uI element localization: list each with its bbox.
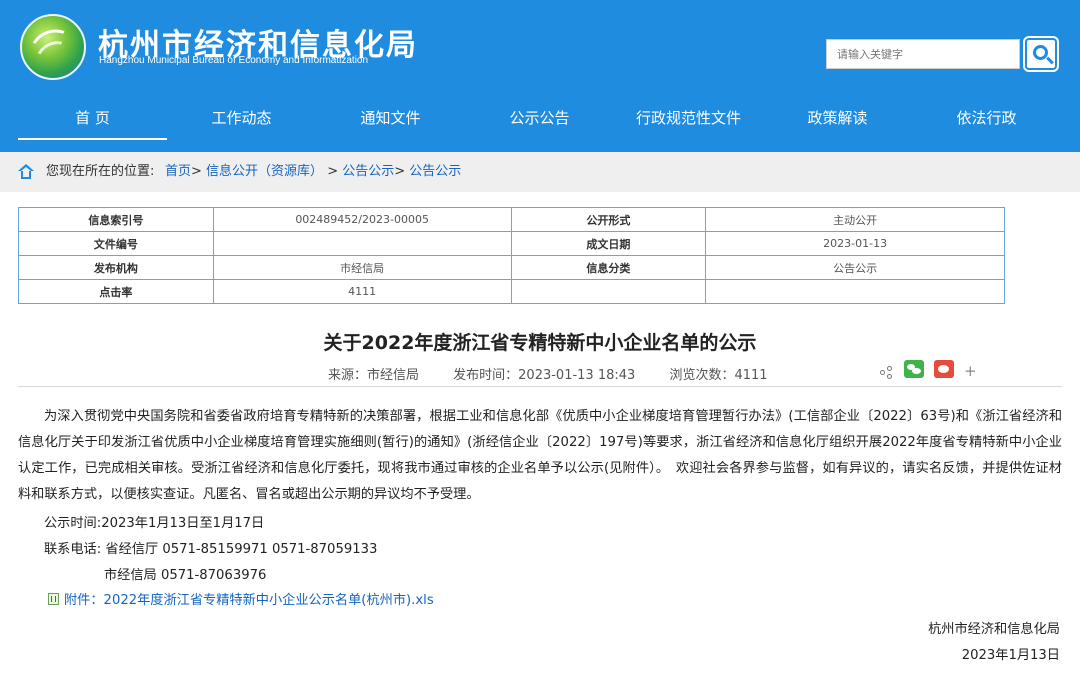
search-button[interactable] xyxy=(1025,38,1057,70)
nav-normative-docs[interactable]: 行政规范性文件 xyxy=(614,100,763,140)
contact-phones: 联系电话: 省经信厅 0571-85159971 0571-87059133 xyxy=(44,542,378,557)
site-subtitle: Hangzhou Municipal Bureau of Economy and… xyxy=(99,55,369,66)
empty-cell xyxy=(705,279,1005,304)
search-icon-handle xyxy=(1046,56,1054,65)
article-title: 关于2022年度浙江省专精特新中小企业名单的公示 xyxy=(323,332,757,354)
breadcrumb-links: 首页> 信息公开（资源库） > 公告公示> 公告公示 xyxy=(165,152,461,192)
doc-number-label: 文件编号 xyxy=(18,231,214,256)
nav-work-news[interactable]: 工作动态 xyxy=(167,100,316,140)
open-form-value: 主动公开 xyxy=(705,207,1005,232)
more-share-icon[interactable]: + xyxy=(964,362,977,380)
index-label: 信息索引号 xyxy=(18,207,214,232)
article-body: 为深入贯彻党中央国务院和省委省政府培育专精特新的决策部署，根据工业和信息化部《优… xyxy=(18,404,1062,508)
table-row: 点击率 4111 xyxy=(18,279,1005,304)
divider xyxy=(18,386,1062,387)
breadcrumb-prefix: 您现在所在的位置: xyxy=(46,164,155,179)
search-field[interactable] xyxy=(826,39,1020,69)
doc-number-value xyxy=(212,231,512,256)
breadcrumb-link-announcements[interactable]: 公告公示 xyxy=(342,164,394,179)
bureau-logo-icon[interactable] xyxy=(20,14,86,80)
publisher-value: 市经信局 xyxy=(212,255,512,280)
breadcrumb-separator: > xyxy=(394,164,410,179)
nav-policy-interpretation[interactable]: 政策解读 xyxy=(763,100,912,140)
nav-home[interactable]: 首 页 xyxy=(18,100,167,140)
publicity-period: 公示时间:2023年1月13日至1月17日 xyxy=(44,516,265,531)
excel-file-icon xyxy=(48,593,59,605)
table-row: 信息索引号 002489452/2023-00005 公开形式 主动公开 xyxy=(18,207,1005,232)
breadcrumb-link-announcements-current[interactable]: 公告公示 xyxy=(409,164,461,179)
main-nav: 首 页 工作动态 通知文件 公示公告 行政规范性文件 政策解读 依法行政 xyxy=(18,100,1062,140)
breadcrumb-link-home[interactable]: 首页 xyxy=(165,164,191,179)
date-value: 2023-01-13 xyxy=(705,231,1005,256)
article-published: 发布时间：2023-01-13 18:43 xyxy=(453,368,636,383)
date-label: 成文日期 xyxy=(510,231,707,256)
signature-date: 2023年1月13日 xyxy=(961,648,1060,663)
clicks-label: 点击率 xyxy=(18,279,214,304)
breadcrumb: 您现在所在的位置: 首页> 信息公开（资源库） > 公告公示> 公告公示 xyxy=(0,152,1080,192)
share-icon[interactable] xyxy=(880,366,894,380)
table-row: 发布机构 市经信局 信息分类 公告公示 xyxy=(18,255,1005,280)
table-row: 文件编号 成文日期 2023-01-13 xyxy=(18,231,1005,256)
category-label: 信息分类 xyxy=(510,255,707,280)
article-source: 来源：市经信局 xyxy=(328,368,420,383)
nav-law-administration[interactable]: 依法行政 xyxy=(912,100,1061,140)
home-icon[interactable] xyxy=(18,164,34,180)
article-meta: 来源：市经信局 发布时间：2023-01-13 18:43 浏览次数：4111 xyxy=(328,364,798,383)
document-meta-table: 信息索引号 002489452/2023-00005 公开形式 主动公开 文件编… xyxy=(18,207,1005,304)
publisher-label: 发布机构 xyxy=(18,255,214,280)
wechat-icon[interactable] xyxy=(904,360,924,378)
article-paragraph: 为深入贯彻党中央国务院和省委省政府培育专精特新的决策部署，根据工业和信息化部《优… xyxy=(18,409,1062,502)
index-value: 002489452/2023-00005 xyxy=(212,207,512,232)
attachment-link[interactable]: 附件：2022年度浙江省专精特新中小企业公示名单(杭州市).xls xyxy=(48,589,434,608)
breadcrumb-link-info-open[interactable]: 信息公开（资源库） xyxy=(206,164,323,179)
nav-announcements[interactable]: 公示公告 xyxy=(465,100,614,140)
open-form-label: 公开形式 xyxy=(510,207,707,232)
weibo-icon[interactable] xyxy=(934,360,954,378)
breadcrumb-separator: > xyxy=(191,164,207,179)
nav-notices[interactable]: 通知文件 xyxy=(316,100,465,140)
search-input[interactable] xyxy=(827,40,1019,68)
breadcrumb-separator: > xyxy=(327,164,343,179)
clicks-value: 4111 xyxy=(212,279,512,304)
contact-phones-city: 市经信局 0571-87063976 xyxy=(104,568,267,583)
attachment-label[interactable]: 附件：2022年度浙江省专精特新中小企业公示名单(杭州市).xls xyxy=(64,593,434,608)
article-views: 浏览次数：4111 xyxy=(669,368,768,383)
share-bar: + xyxy=(880,358,980,382)
category-value: 公告公示 xyxy=(705,255,1005,280)
empty-cell xyxy=(510,279,707,304)
signature: 杭州市经济和信息化局 xyxy=(928,622,1060,637)
site-header: 杭州市经济和信息化局 Hangzhou Municipal Bureau of … xyxy=(0,0,1080,152)
